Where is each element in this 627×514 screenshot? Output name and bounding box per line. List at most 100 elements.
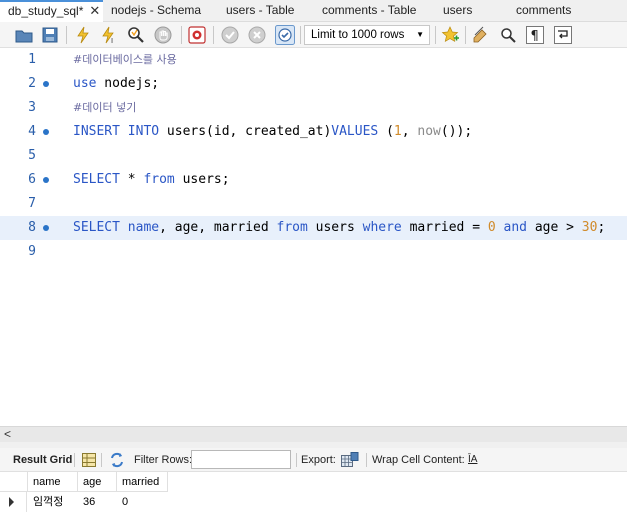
statement-marker-icon	[43, 177, 49, 183]
tab-label: users	[443, 3, 473, 17]
tab-users-table[interactable]: users - Table	[226, 0, 294, 22]
toolbar-separator	[181, 26, 182, 44]
result-grid: name age married 임꺽정 36 0	[0, 472, 627, 514]
tab-label: comments - Table	[322, 3, 417, 17]
tab-users[interactable]: users	[443, 0, 472, 22]
tab-comments[interactable]: comments	[516, 0, 571, 22]
sql-text: ;	[597, 220, 606, 235]
statement-marker-icon	[43, 129, 49, 135]
sql-text: married =	[401, 220, 488, 235]
sql-number: 0	[487, 220, 496, 235]
sql-text: nodejs;	[96, 76, 160, 91]
sql-text: *	[119, 172, 144, 187]
line-number: 9	[28, 244, 36, 259]
commit-icon[interactable]	[220, 25, 240, 45]
line-number: 4	[28, 124, 36, 139]
sql-keyword: VALUES	[331, 124, 379, 139]
execute-current-icon[interactable]: I	[99, 25, 119, 45]
sql-toolbar: I Limit to 1000 rows ▼ ¶	[0, 22, 627, 48]
toolbar-separator	[74, 453, 75, 467]
limit-rows-select[interactable]: Limit to 1000 rows ▼	[304, 25, 430, 45]
sql-keyword: from	[276, 220, 308, 235]
sql-keyword: where	[362, 220, 402, 235]
line-number: 7	[28, 196, 36, 211]
filter-rows-input[interactable]	[191, 450, 291, 469]
chevron-down-icon: ▼	[416, 30, 424, 39]
column-header-age[interactable]: age	[78, 472, 117, 492]
sql-keyword: use	[73, 76, 97, 91]
export-label: Export:	[301, 454, 336, 466]
editor-line: 4 INSERT INTO users(id, created_at)VALUE…	[0, 120, 627, 144]
tab-comments-table[interactable]: comments - Table	[322, 0, 416, 22]
result-grid-tab[interactable]: Result Grid	[13, 448, 72, 472]
sql-text: , age, married	[159, 220, 277, 235]
explain-icon[interactable]	[126, 25, 146, 45]
sql-comment: #데이터 넣기	[73, 101, 137, 114]
code-text: INSERT INTO users(id, created_at)VALUES …	[73, 120, 472, 144]
sql-text: users	[307, 220, 363, 235]
toolbar-separator	[435, 26, 436, 44]
invisible-chars-icon[interactable]: ¶	[525, 25, 545, 45]
find-icon[interactable]	[498, 25, 518, 45]
tab-label: nodejs - Schema	[111, 3, 202, 17]
export-icon[interactable]	[340, 452, 360, 468]
scroll-left-arrow-icon[interactable]: <	[4, 427, 11, 441]
code-text: #데이터 넣기	[73, 96, 136, 120]
grid-layout-icon[interactable]	[81, 452, 97, 468]
execute-icon[interactable]	[73, 25, 93, 45]
editor-line: 5	[0, 144, 627, 168]
wrap-cell-toggle-icon[interactable]: ĪA	[468, 448, 477, 472]
stop-icon[interactable]	[153, 25, 173, 45]
code-text: use nodejs;	[73, 72, 159, 96]
code-text: #데이터베이스를 사용	[73, 48, 177, 72]
sql-text: age >	[527, 220, 582, 235]
column-header-married[interactable]: married	[117, 472, 168, 492]
tab-label: comments	[516, 3, 572, 17]
editor-line: 2 use nodejs;	[0, 72, 627, 96]
filter-rows-label: Filter Rows:	[134, 454, 193, 466]
sql-function: now	[417, 124, 441, 139]
sql-keyword: SELECT	[73, 172, 120, 187]
wrap-icon[interactable]	[553, 25, 573, 45]
editor-line: 3 #데이터 넣기	[0, 96, 627, 120]
toolbar-separator	[366, 453, 367, 467]
line-number: 6	[28, 172, 36, 187]
line-number: 8	[28, 220, 36, 235]
save-icon[interactable]	[40, 25, 60, 45]
editor-tab-bar: db_study_sql* ✕ nodejs - Schema users - T…	[0, 0, 627, 22]
sql-editor[interactable]: 1 #데이터베이스를 사용 2 use nodejs; 3 #데이터 넣기 4 …	[0, 48, 627, 426]
sql-keyword: INSERT INTO	[73, 124, 160, 139]
limit-rows-value: Limit to 1000 rows	[311, 29, 405, 41]
tab-nodejs-schema[interactable]: nodejs - Schema	[111, 0, 201, 22]
line-number: 5	[28, 148, 36, 163]
favorite-icon[interactable]	[440, 25, 460, 45]
sql-text: (	[378, 124, 394, 139]
sql-keyword: name	[127, 220, 160, 235]
code-text: SELECT * from users;	[73, 168, 230, 192]
open-folder-icon[interactable]	[14, 25, 34, 45]
close-icon[interactable]: ✕	[89, 3, 100, 18]
svg-text:¶: ¶	[531, 29, 539, 44]
row-selector[interactable]	[0, 492, 27, 512]
table-cell-name[interactable]: 임꺽정	[28, 492, 78, 512]
table-cell-married[interactable]: 0	[117, 492, 168, 512]
toggle-continue-icon[interactable]	[187, 25, 207, 45]
svg-text:I: I	[111, 37, 113, 44]
row-header-corner	[0, 472, 28, 492]
column-header-name[interactable]: name	[28, 472, 78, 492]
rollback-icon[interactable]	[247, 25, 267, 45]
editor-line: 6 SELECT * from users;	[0, 168, 627, 192]
code-text: SELECT name, age, married from users whe…	[73, 216, 605, 240]
refresh-icon[interactable]	[109, 452, 125, 468]
toolbar-separator	[296, 453, 297, 467]
toolbar-separator	[213, 26, 214, 44]
beautify-icon[interactable]	[471, 25, 491, 45]
line-number: 2	[28, 76, 36, 91]
sql-text: users;	[174, 172, 230, 187]
table-cell-age[interactable]: 36	[78, 492, 117, 512]
editor-line: 1 #데이터베이스를 사용	[0, 48, 627, 72]
autocommit-icon[interactable]	[275, 25, 295, 45]
tab-db-study-sql[interactable]: db_study_sql* ✕	[0, 0, 103, 22]
horizontal-scrollbar[interactable]: <	[0, 426, 627, 442]
editor-line: 7	[0, 192, 627, 216]
